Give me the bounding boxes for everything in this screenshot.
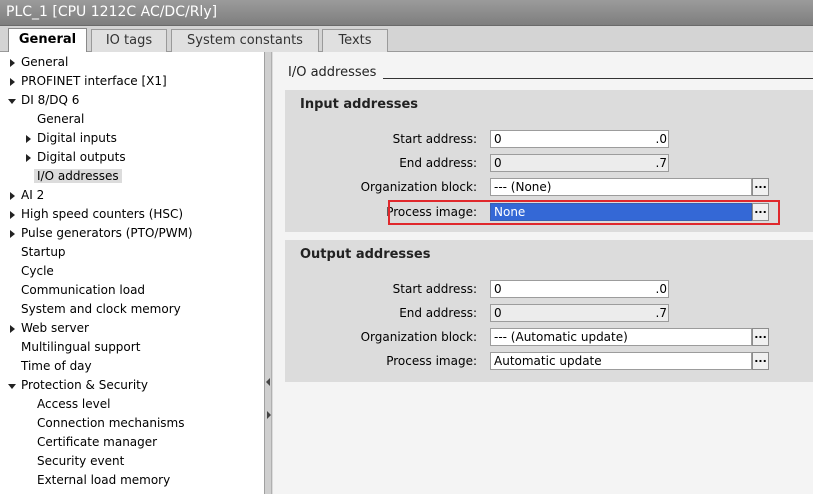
navigation-tree: General PROFINET interface [X1] DI 8/DQ … [0,52,265,494]
tab-io-tags[interactable]: IO tags [91,29,167,52]
nav-item-web-server[interactable]: Web server [8,319,89,338]
tab-bar: General IO tags System constants Texts [0,26,813,53]
nav-item-communication-load[interactable]: Communication load [21,281,145,300]
nav-item-connection-mechanisms[interactable]: Connection mechanisms [37,414,184,433]
output-end-bit-suffix: .7 [655,306,667,320]
properties-content: I/O addresses Input addresses Start addr… [273,52,813,494]
tab-general[interactable]: General [8,28,87,53]
expand-arrow-icon[interactable] [8,205,18,224]
nav-item-ai2[interactable]: AI 2 [8,186,44,205]
section-title: I/O addresses [288,65,377,80]
collapse-arrow-icon[interactable] [8,376,18,395]
expand-arrow-icon[interactable] [8,224,18,243]
output-organization-block-label: Organization block: [360,330,477,344]
tab-system-constants[interactable]: System constants [171,29,319,52]
nav-item-cycle[interactable]: Cycle [21,262,54,281]
expand-arrow-icon[interactable] [24,129,34,148]
output-organization-block-browse-button[interactable]: ... [752,328,769,346]
input-organization-block-browse-button[interactable]: ... [752,178,769,196]
nav-item-di8-dq6[interactable]: DI 8/DQ 6 [8,91,79,110]
nav-item-external-load-memory[interactable]: External load memory [37,471,170,490]
output-addresses-title: Output addresses [300,247,431,262]
input-organization-block-label: Organization block: [360,180,477,194]
nav-item-io-addresses[interactable]: I/O addresses [34,167,122,186]
nav-item-protection-security[interactable]: Protection & Security [8,376,148,395]
annotation-highlight-box [388,200,780,225]
section-divider [383,78,813,79]
output-end-address-label: End address: [399,306,477,320]
output-process-image-browse-button[interactable]: ... [752,352,769,370]
input-organization-block-field[interactable]: --- (None) [490,178,752,196]
output-process-image-label: Process image: [386,354,477,368]
input-addresses-title: Input addresses [300,97,419,112]
nav-item-general[interactable]: General [8,53,68,72]
nav-item-multilingual-support[interactable]: Multilingual support [21,338,140,357]
nav-item-profinet-interface[interactable]: PROFINET interface [X1] [8,72,167,91]
expand-arrow-icon[interactable] [24,148,34,167]
input-start-address-label: Start address: [392,132,477,146]
collapse-arrow-icon[interactable] [8,91,18,110]
expand-arrow-icon[interactable] [8,319,18,338]
nav-item-hsc[interactable]: High speed counters (HSC) [8,205,183,224]
input-start-address-field[interactable]: 0 [490,130,669,148]
nav-item-time-of-day[interactable]: Time of day [21,357,92,376]
nav-item-di-general[interactable]: General [37,110,84,129]
input-end-address-label: End address: [399,156,477,170]
output-addresses-group: Output addresses Start address: 0 .0 End… [285,240,813,382]
input-start-bit-suffix: .0 [655,132,667,146]
collapse-left-icon[interactable] [266,378,270,386]
expand-arrow-icon[interactable] [8,186,18,205]
output-process-image-field[interactable]: Automatic update [490,352,752,370]
output-end-address-field: 0 [490,304,669,322]
expand-arrow-icon[interactable] [8,53,18,72]
input-end-bit-suffix: .7 [655,156,667,170]
nav-item-security-event[interactable]: Security event [37,452,124,471]
output-start-address-label: Start address: [392,282,477,296]
input-end-address-field: 0 [490,154,669,172]
nav-item-system-clock-memory[interactable]: System and clock memory [21,300,181,319]
nav-item-access-level[interactable]: Access level [37,395,110,414]
panel-splitter[interactable] [265,52,272,494]
expand-arrow-icon[interactable] [8,72,18,91]
output-start-bit-suffix: .0 [655,282,667,296]
tab-texts[interactable]: Texts [322,29,388,52]
window-title: PLC_1 [CPU 1212C AC/DC/Rly] [0,0,813,26]
output-start-address-field[interactable]: 0 [490,280,669,298]
nav-item-startup[interactable]: Startup [21,243,66,262]
nav-item-digital-outputs[interactable]: Digital outputs [24,148,126,167]
nav-item-certificate-manager[interactable]: Certificate manager [37,433,157,452]
nav-item-digital-inputs[interactable]: Digital inputs [24,129,117,148]
nav-item-pulse-generators[interactable]: Pulse generators (PTO/PWM) [8,224,193,243]
output-organization-block-field[interactable]: --- (Automatic update) [490,328,752,346]
expand-right-icon[interactable] [267,411,271,419]
